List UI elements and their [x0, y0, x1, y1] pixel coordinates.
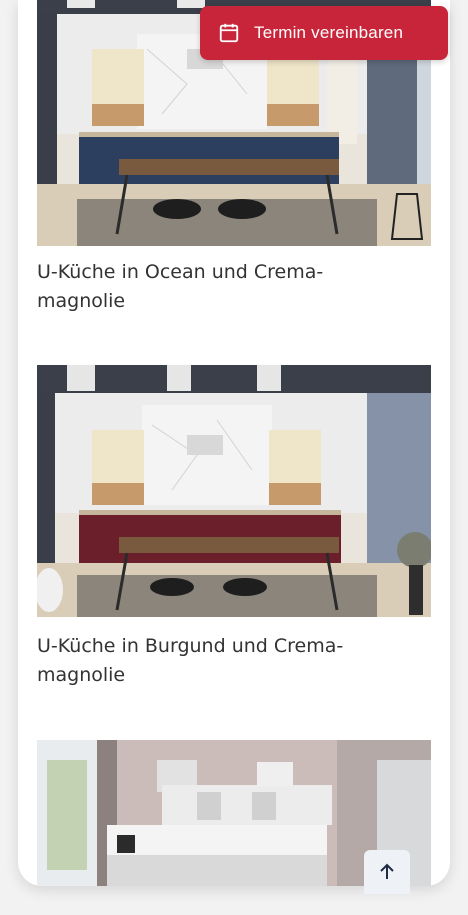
kitchen-image-burgund[interactable]: [37, 365, 431, 617]
arrow-up-icon: [380, 863, 394, 879]
kitchen-caption-ocean[interactable]: U-Küche in Ocean und Crema-magnolie: [37, 258, 407, 316]
appointment-button-label: Termin vereinbaren: [254, 23, 404, 42]
kitchen-caption-burgund[interactable]: U-Küche in Burgund und Crema-magnolie: [37, 632, 407, 690]
calendar-icon: [219, 23, 239, 43]
back-to-top-button[interactable]: [364, 850, 410, 894]
appointment-button[interactable]: Termin vereinbaren: [200, 6, 448, 60]
